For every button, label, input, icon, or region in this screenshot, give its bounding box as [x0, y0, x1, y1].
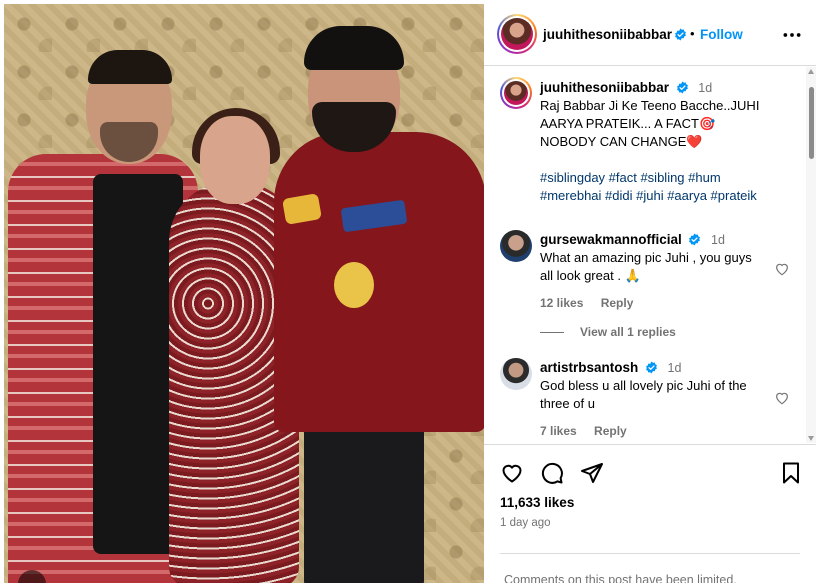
heart-icon[interactable]: [500, 461, 524, 485]
comment-like-heart-icon[interactable]: [774, 261, 790, 277]
verified-badge-icon: [675, 28, 686, 41]
comment-meta: 12 likes Reply: [540, 296, 647, 310]
divider: [500, 553, 800, 554]
author-username[interactable]: juuhithesoniibabbar: [543, 27, 672, 42]
person-right-hair: [304, 26, 404, 70]
post-actions: 11,633 likes 1 day ago Comments on this …: [484, 444, 816, 583]
comment-header: gursewakmannofficial 1d: [540, 231, 766, 249]
comment-icon[interactable]: [540, 461, 564, 485]
post-photo[interactable]: [4, 4, 484, 583]
comments-scrollbar[interactable]: [806, 67, 816, 443]
comment-reply-button[interactable]: Reply: [594, 424, 627, 438]
caption-header: juuhithesoniibabbar 1d: [540, 79, 766, 97]
comment-text: What an amazing pic Juhi , you guys all …: [540, 250, 752, 283]
header-separator: •: [690, 26, 695, 41]
verified-badge-icon: [645, 361, 657, 374]
caption-author-avatar[interactable]: [500, 77, 532, 109]
post-timestamp: 1 day ago: [500, 517, 551, 529]
follow-button[interactable]: Follow: [700, 27, 743, 42]
comment-reply-button[interactable]: Reply: [601, 296, 634, 310]
tshirt-patch-badge: [334, 262, 374, 308]
comments-feed[interactable]: juuhithesoniibabbar 1d Raj Babbar Ji Ke …: [484, 67, 816, 443]
bookmark-icon[interactable]: [779, 461, 803, 485]
commenter-avatar[interactable]: [500, 358, 532, 390]
caption-hashtags[interactable]: #siblingday #fact #sibling #hum #merebha…: [540, 169, 766, 205]
comment-meta: 7 likes Reply: [540, 424, 641, 438]
caption-username[interactable]: juuhithesoniibabbar: [540, 80, 669, 95]
likes-count[interactable]: 11,633 likes: [500, 495, 574, 510]
commenter-avatar[interactable]: [500, 230, 532, 262]
verified-badge-icon: [676, 81, 688, 94]
comment-likes[interactable]: 7 likes: [540, 424, 577, 438]
comment-header: artistrbsantosh 1d: [540, 359, 766, 377]
author-avatar[interactable]: [497, 14, 537, 54]
comment-time: 1d: [667, 361, 682, 375]
caption-time: 1d: [698, 81, 713, 95]
comments-limited-notice: Comments on this post have been limited.: [504, 573, 737, 583]
comment-block: gursewakmannofficial 1d What an amazing …: [540, 231, 766, 285]
comment-block: artistrbsantosh 1d God bless u all lovel…: [540, 359, 766, 413]
post-side-panel: juuhithesoniibabbar • Follow juuhitheson…: [484, 4, 816, 583]
post-header: juuhithesoniibabbar • Follow: [484, 4, 816, 66]
share-icon[interactable]: [580, 461, 604, 485]
comment-time: 1d: [711, 233, 725, 247]
person-left-hair: [88, 50, 172, 84]
scroll-down-arrow-icon[interactable]: [808, 436, 814, 441]
caption-block: juuhithesoniibabbar 1d Raj Babbar Ji Ke …: [540, 79, 766, 205]
caption-text: Raj Babbar Ji Ke Teeno Bacche..JUHI AARY…: [540, 98, 760, 149]
scroll-up-arrow-icon[interactable]: [808, 69, 814, 74]
comment-username[interactable]: artistrbsantosh: [540, 360, 638, 375]
view-replies-button[interactable]: View all 1 replies: [540, 325, 676, 339]
scrollbar-thumb[interactable]: [809, 87, 814, 159]
verified-badge-icon: [689, 233, 701, 246]
comment-likes[interactable]: 12 likes: [540, 296, 583, 310]
comment-username[interactable]: gursewakmannofficial: [540, 232, 682, 247]
more-options-icon[interactable]: [782, 28, 802, 42]
comment-like-heart-icon[interactable]: [774, 390, 790, 406]
person-right-trousers: [304, 414, 424, 583]
person-middle-face: [200, 116, 270, 204]
person-right-tshirt: [274, 132, 484, 432]
comment-text: God bless u all lovely pic Juhi of the t…: [540, 378, 747, 411]
